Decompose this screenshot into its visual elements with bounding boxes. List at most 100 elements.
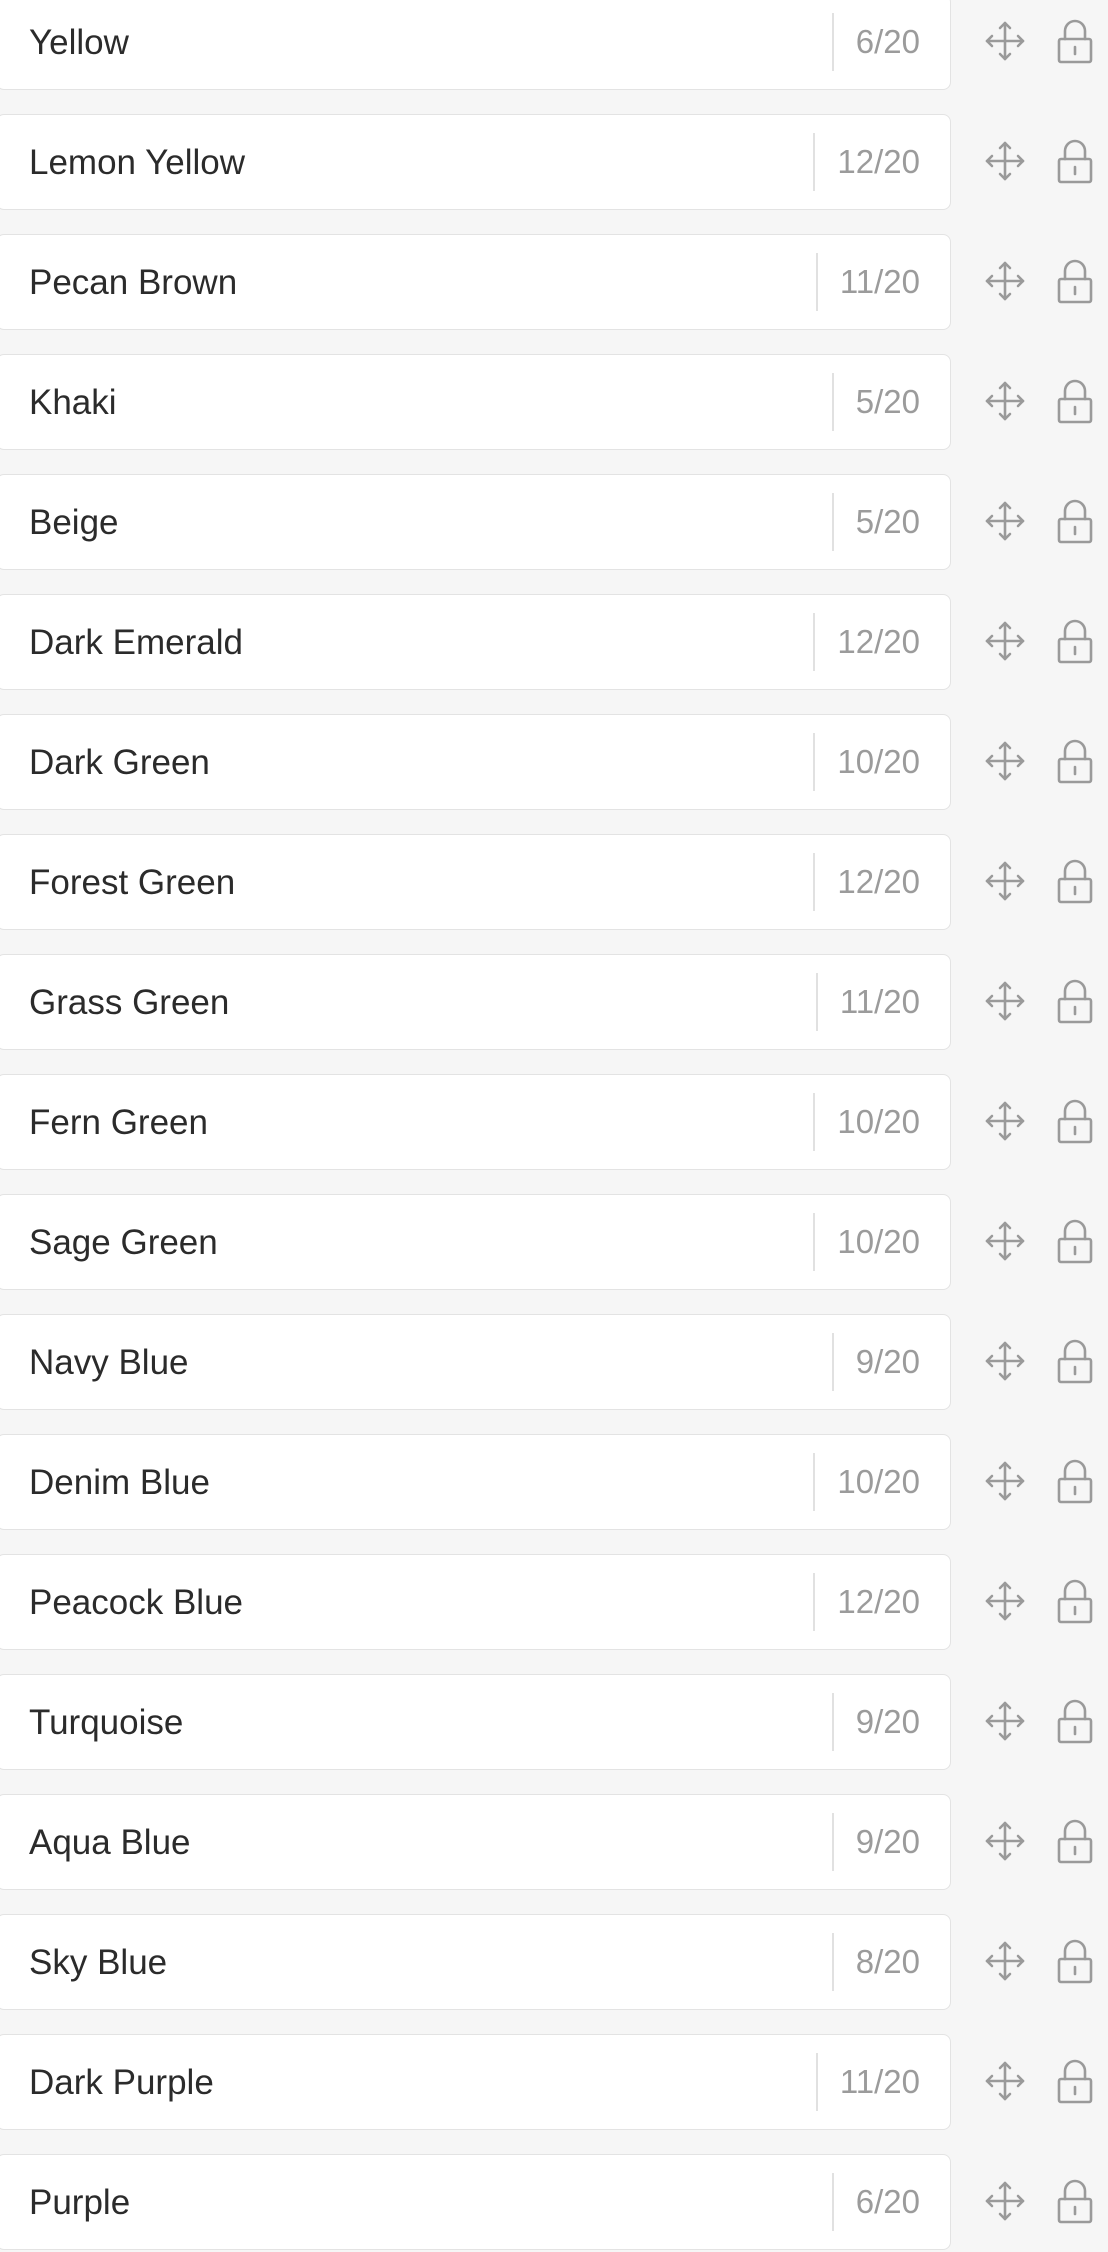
color-name-input[interactable]: Beige 5/20: [0, 474, 951, 570]
color-name-value: Turquoise: [29, 1703, 184, 1742]
color-name-input[interactable]: Grass Green 11/20: [0, 954, 951, 1050]
lock-icon[interactable]: [1052, 1698, 1098, 1744]
move-arrows-icon[interactable]: [982, 1338, 1028, 1384]
color-name-value: Dark Green: [29, 743, 210, 782]
character-counter: 10/20: [813, 1093, 950, 1151]
color-name-input[interactable]: Fern Green 10/20: [0, 1074, 951, 1170]
list-item: Pecan Brown 11/20: [0, 234, 1108, 332]
list-item: Yellow 6/20: [0, 0, 1108, 92]
color-name-value: Purple: [29, 2183, 131, 2222]
list-item: Khaki 5/20: [0, 354, 1108, 452]
lock-icon[interactable]: [1052, 1818, 1098, 1864]
lock-icon[interactable]: [1052, 1458, 1098, 1504]
move-arrows-icon[interactable]: [982, 618, 1028, 664]
lock-icon[interactable]: [1052, 1218, 1098, 1264]
character-counter: 12/20: [813, 133, 950, 191]
color-name-input[interactable]: Dark Purple 11/20: [0, 2034, 951, 2130]
lock-icon[interactable]: [1052, 2058, 1098, 2104]
move-arrows-icon[interactable]: [982, 1458, 1028, 1504]
list-item: Grass Green 11/20: [0, 954, 1108, 1052]
color-name-value: Aqua Blue: [29, 1823, 191, 1862]
lock-icon[interactable]: [1052, 618, 1098, 664]
character-counter: 12/20: [813, 1573, 950, 1631]
color-name-input[interactable]: Sage Green 10/20: [0, 1194, 951, 1290]
color-name-input[interactable]: Lemon Yellow 12/20: [0, 114, 951, 210]
character-counter: 6/20: [831, 2173, 950, 2231]
move-arrows-icon[interactable]: [982, 498, 1028, 544]
lock-icon[interactable]: [1052, 258, 1098, 304]
character-counter: 11/20: [815, 973, 950, 1031]
lock-icon[interactable]: [1052, 498, 1098, 544]
color-name-input[interactable]: Peacock Blue 12/20: [0, 1554, 951, 1650]
color-name-value: Peacock Blue: [29, 1583, 244, 1622]
list-item: Dark Purple 11/20: [0, 2034, 1108, 2132]
color-name-value: Khaki: [29, 383, 117, 422]
lock-icon[interactable]: [1052, 18, 1098, 64]
move-arrows-icon[interactable]: [982, 2058, 1028, 2104]
move-arrows-icon[interactable]: [982, 18, 1028, 64]
move-arrows-icon[interactable]: [982, 378, 1028, 424]
move-arrows-icon[interactable]: [982, 1578, 1028, 1624]
color-name-input[interactable]: Navy Blue 9/20: [0, 1314, 951, 1410]
lock-icon[interactable]: [1052, 978, 1098, 1024]
character-counter: 9/20: [831, 1693, 950, 1751]
list-item: Denim Blue 10/20: [0, 1434, 1108, 1532]
color-name-input[interactable]: Khaki 5/20: [0, 354, 951, 450]
move-arrows-icon[interactable]: [982, 1698, 1028, 1744]
character-counter: 11/20: [815, 2053, 950, 2111]
move-arrows-icon[interactable]: [982, 1818, 1028, 1864]
move-arrows-icon[interactable]: [982, 258, 1028, 304]
color-name-value: Yellow: [29, 23, 129, 62]
color-name-value: Sage Green: [29, 1223, 218, 1262]
move-arrows-icon[interactable]: [982, 1098, 1028, 1144]
lock-icon[interactable]: [1052, 738, 1098, 784]
move-arrows-icon[interactable]: [982, 138, 1028, 184]
character-counter: 5/20: [831, 373, 950, 431]
character-counter: 10/20: [813, 733, 950, 791]
lock-icon[interactable]: [1052, 1338, 1098, 1384]
color-name-value: Navy Blue: [29, 1343, 189, 1382]
list-item: Dark Green 10/20: [0, 714, 1108, 812]
character-counter: 12/20: [813, 853, 950, 911]
list-item: Dark Emerald 12/20: [0, 594, 1108, 692]
list-item: Sky Blue 8/20: [0, 1914, 1108, 2012]
color-name-input[interactable]: Turquoise 9/20: [0, 1674, 951, 1770]
move-arrows-icon[interactable]: [982, 738, 1028, 784]
color-name-value: Fern Green: [29, 1103, 208, 1142]
move-arrows-icon[interactable]: [982, 1218, 1028, 1264]
color-name-value: Grass Green: [29, 983, 230, 1022]
color-name-input[interactable]: Aqua Blue 9/20: [0, 1794, 951, 1890]
list-item: Forest Green 12/20: [0, 834, 1108, 932]
lock-icon[interactable]: [1052, 378, 1098, 424]
character-counter: 9/20: [831, 1813, 950, 1871]
character-counter: 8/20: [831, 1933, 950, 1991]
lock-icon[interactable]: [1052, 1938, 1098, 1984]
character-counter: 11/20: [815, 253, 950, 311]
color-name-input[interactable]: Yellow 6/20: [0, 0, 951, 90]
list-item: Navy Blue 9/20: [0, 1314, 1108, 1412]
lock-icon[interactable]: [1052, 858, 1098, 904]
color-name-value: Sky Blue: [29, 1943, 168, 1982]
move-arrows-icon[interactable]: [982, 978, 1028, 1024]
list-item: Peacock Blue 12/20: [0, 1554, 1108, 1652]
color-name-input[interactable]: Forest Green 12/20: [0, 834, 951, 930]
lock-icon[interactable]: [1052, 1578, 1098, 1624]
color-name-input[interactable]: Pecan Brown 11/20: [0, 234, 951, 330]
list-item: Fern Green 10/20: [0, 1074, 1108, 1172]
lock-icon[interactable]: [1052, 2178, 1098, 2224]
move-arrows-icon[interactable]: [982, 2178, 1028, 2224]
lock-icon[interactable]: [1052, 1098, 1098, 1144]
color-name-input[interactable]: Sky Blue 8/20: [0, 1914, 951, 2010]
list-item: Aqua Blue 9/20: [0, 1794, 1108, 1892]
list-item: Purple 6/20: [0, 2154, 1108, 2252]
lock-icon[interactable]: [1052, 138, 1098, 184]
character-counter: 10/20: [813, 1213, 950, 1271]
color-name-input[interactable]: Purple 6/20: [0, 2154, 951, 2250]
color-name-input[interactable]: Dark Green 10/20: [0, 714, 951, 810]
color-name-value: Dark Purple: [29, 2063, 214, 2102]
color-name-input[interactable]: Denim Blue 10/20: [0, 1434, 951, 1530]
character-counter: 5/20: [831, 493, 950, 551]
move-arrows-icon[interactable]: [982, 1938, 1028, 1984]
color-name-input[interactable]: Dark Emerald 12/20: [0, 594, 951, 690]
move-arrows-icon[interactable]: [982, 858, 1028, 904]
